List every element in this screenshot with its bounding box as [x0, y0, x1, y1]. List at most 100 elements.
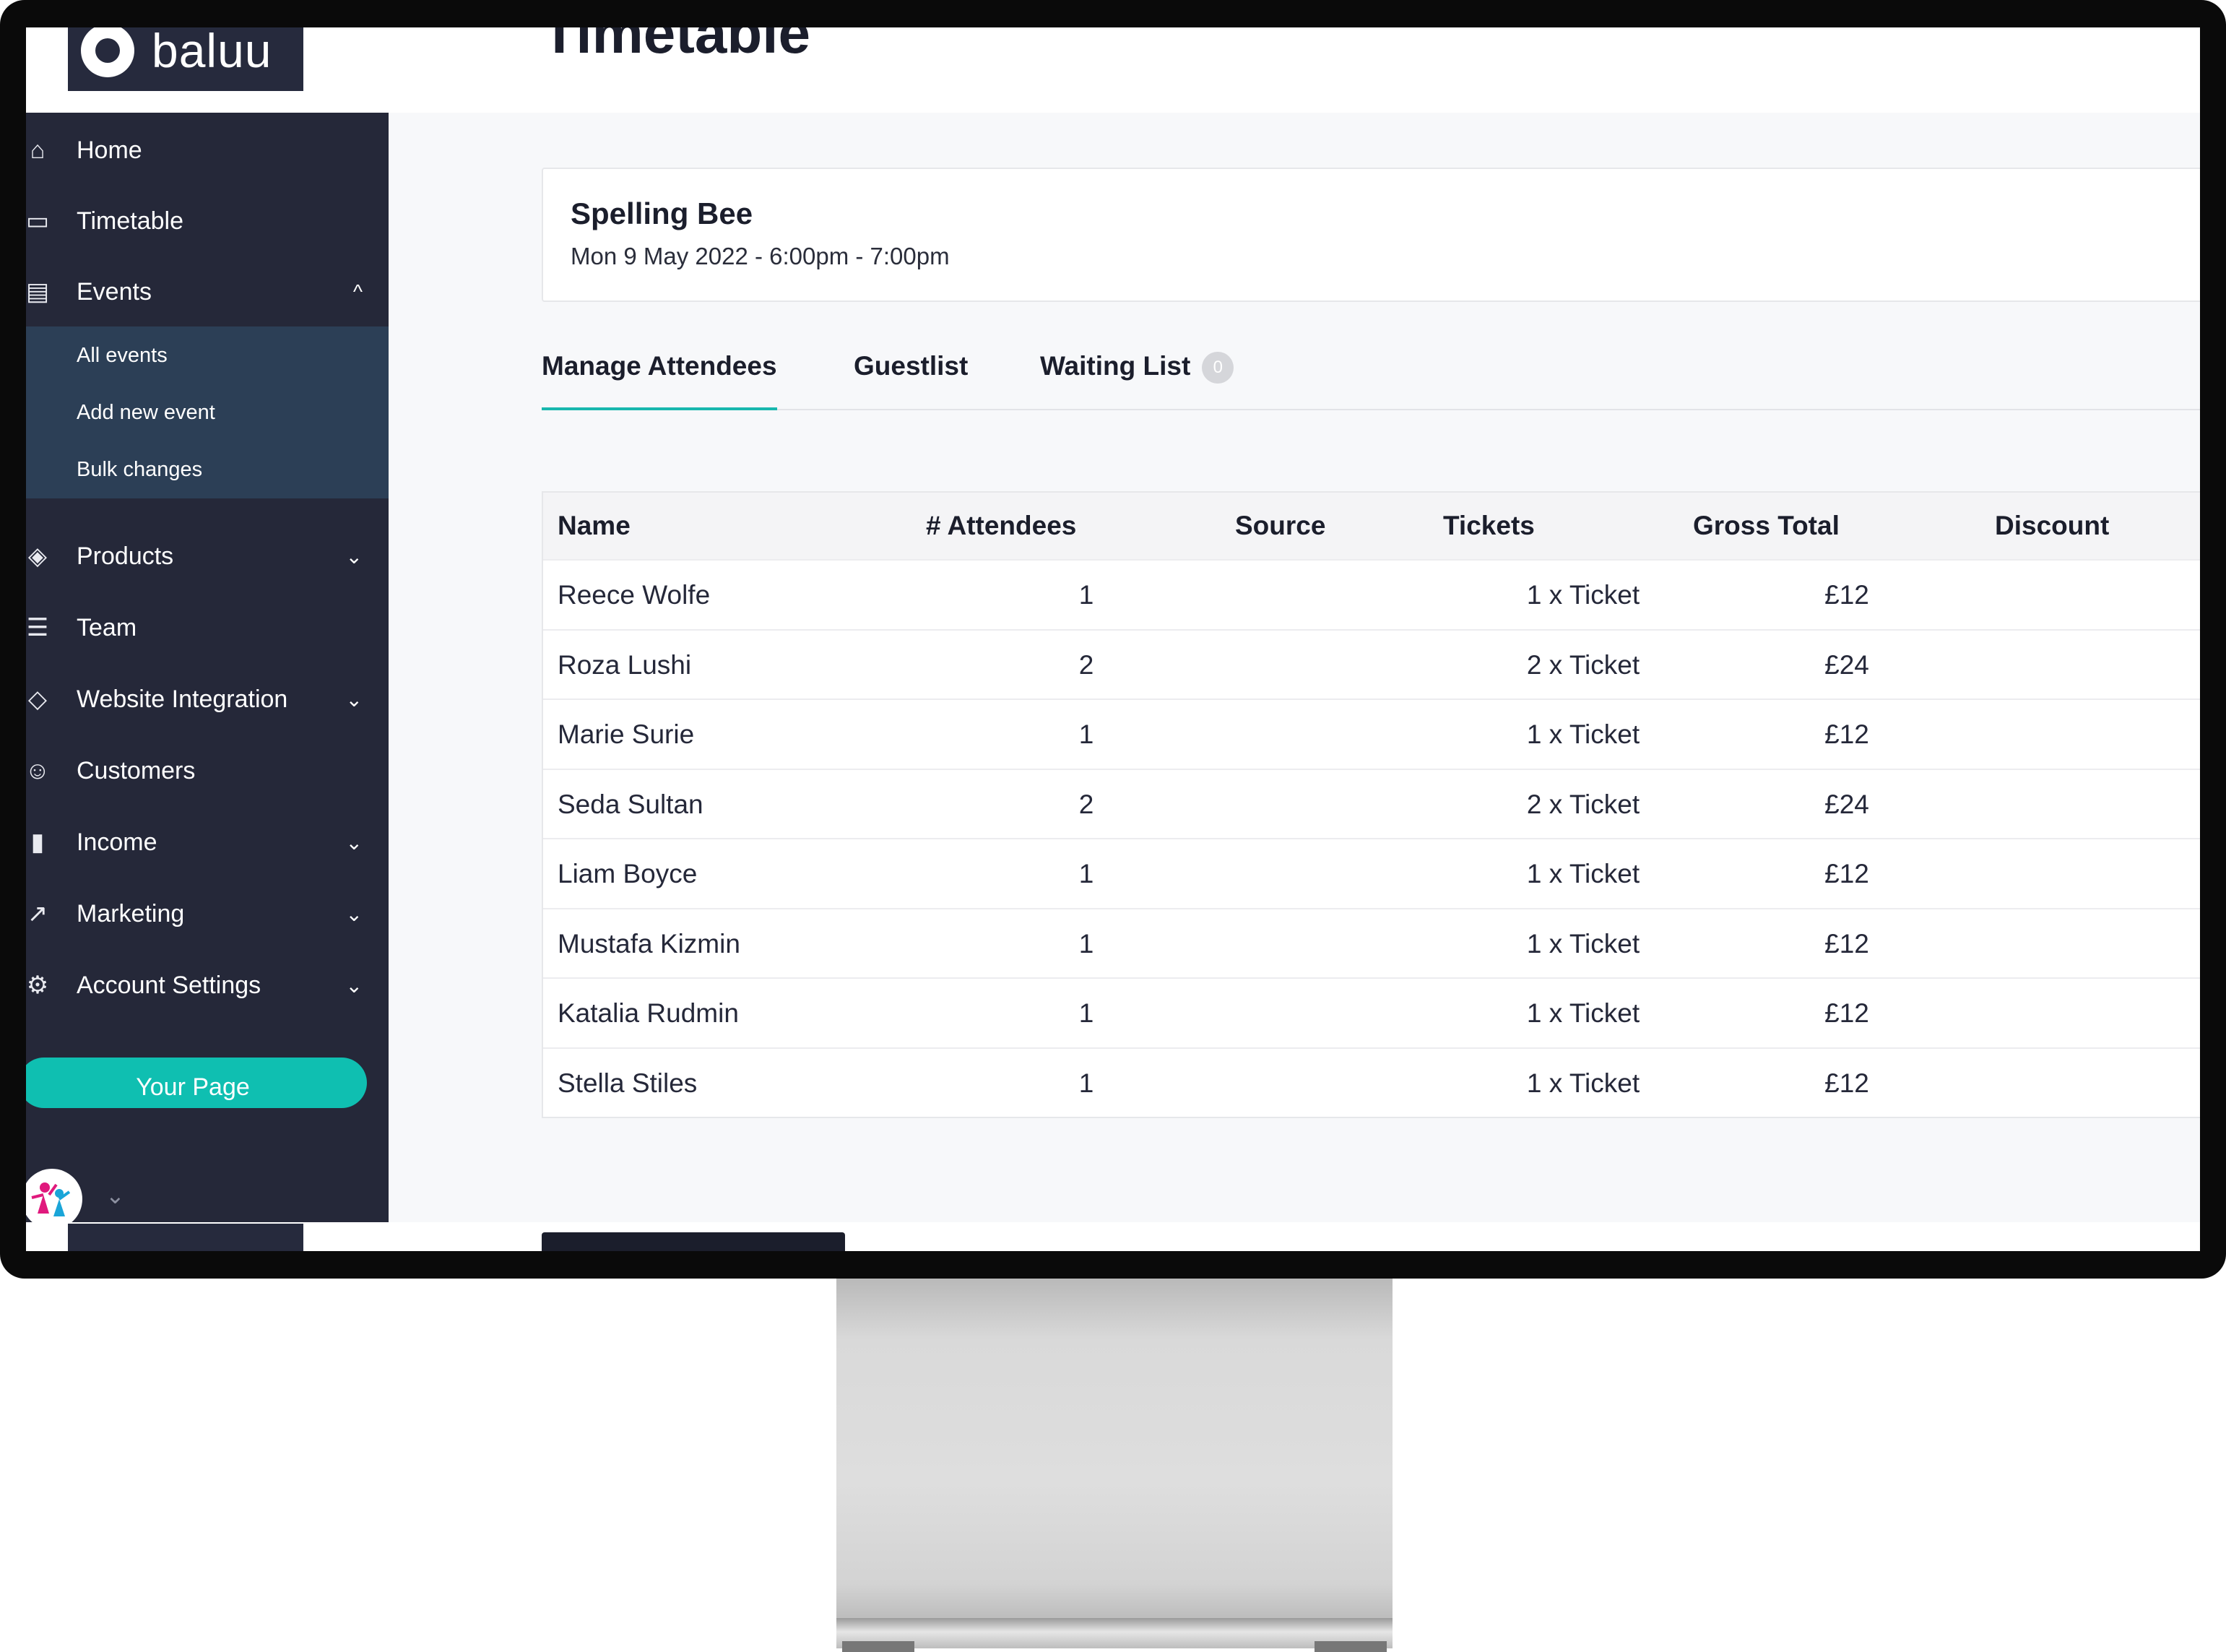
cell-tickets: 1 x Ticket [1526, 928, 1640, 959]
team-icon: ☰ [26, 614, 49, 641]
avatar[interactable] [26, 1169, 82, 1229]
cell-attendees: 1 [1078, 928, 1094, 959]
chevron-down-icon: ⌄ [345, 831, 363, 854]
sidebar-item-label: Team [77, 613, 137, 641]
attendees-table: Name # Attendees Source Tickets Gross To… [542, 491, 2200, 1118]
cell-tickets: 2 x Ticket [1526, 649, 1640, 680]
cell-gross-total: £24 [1824, 789, 1869, 819]
sidebar-item-label: Income [77, 828, 157, 856]
cell-attendees: 1 [1078, 998, 1094, 1028]
page-title: Timetable [542, 27, 810, 65]
users-icon: ☺ [26, 757, 51, 784]
cell-name: Roza Lushi [558, 649, 692, 680]
tab-label: Guestlist [854, 351, 969, 381]
bar-chart-icon: ▮ [30, 829, 45, 856]
logo-text: baluu [152, 27, 272, 77]
trend-icon: ↗ [27, 900, 48, 927]
cell-name: Mustafa Kizmin [558, 928, 740, 959]
column-header-attendees[interactable]: # Attendees [926, 493, 1076, 559]
main-content: Spelling Bee Mon 9 May 2022 - 6:00pm - 7… [389, 113, 2200, 1222]
baluu-logo[interactable]: baluu [68, 27, 303, 91]
cell-gross-total: £24 [1824, 649, 1869, 680]
table-row[interactable]: Roza Lushi 2 2 x Ticket £24 [543, 628, 2200, 700]
sidebar-item-website-integration[interactable]: ◇ Website Integration ⌄ [26, 663, 389, 735]
cell-tickets: 2 x Ticket [1526, 789, 1640, 819]
document-icon: ▤ [26, 278, 50, 306]
column-header-source[interactable]: Source [1235, 493, 1325, 559]
cell-attendees: 1 [1078, 719, 1094, 749]
table-row[interactable]: Seda Sultan 2 2 x Ticket £24 [543, 768, 2200, 839]
monitor-stand-foot [836, 1618, 1393, 1648]
tab-manage-attendees[interactable]: Manage Attendees [542, 351, 777, 410]
cell-gross-total: £12 [1824, 859, 1869, 888]
cell-attendees: 1 [1078, 859, 1094, 888]
sidebar-item-home[interactable]: ⌂ Home [26, 114, 389, 186]
column-header-gross-total[interactable]: Gross Total [1693, 493, 1840, 559]
cell-name: Reece Wolfe [558, 580, 711, 610]
cell-gross-total: £12 [1824, 928, 1869, 959]
column-header-tickets[interactable]: Tickets [1443, 493, 1535, 559]
screen: baluu Timetable ⌂ Home ▭ Timetable ▤ Eve… [26, 27, 2200, 1251]
submenu-all-events[interactable]: All events [77, 344, 168, 368]
tab-waiting-list[interactable]: Waiting List 0 [1040, 351, 1234, 407]
table-row[interactable]: Mustafa Kizmin 1 1 x Ticket £12 [543, 907, 2200, 979]
sidebar-item-label: Account Settings [77, 971, 261, 999]
chevron-down-icon[interactable]: ⌄ [105, 1182, 125, 1209]
cell-gross-total: £12 [1824, 998, 1869, 1028]
chevron-up-icon: ^ [352, 280, 363, 303]
table-row[interactable]: Marie Surie 1 1 x Ticket £12 [543, 699, 2200, 769]
cell-gross-total: £12 [1824, 1068, 1869, 1098]
sidebar-item-label: Website Integration [77, 685, 288, 713]
sidebar-item-label: Customers [77, 756, 196, 784]
cell-name: Seda Sultan [558, 789, 703, 819]
sidebar-item-marketing[interactable]: ↗ Marketing ⌄ [26, 878, 389, 950]
cell-attendees: 1 [1078, 580, 1094, 610]
event-card: Spelling Bee Mon 9 May 2022 - 6:00pm - 7… [542, 168, 2200, 302]
submenu-bulk-changes[interactable]: Bulk changes [77, 458, 202, 482]
sidebar-item-income[interactable]: ▮ Income ⌄ [26, 806, 389, 878]
cell-tickets: 1 x Ticket [1526, 859, 1640, 888]
column-header-name[interactable]: Name [558, 493, 631, 559]
sidebar-item-products[interactable]: ◈ Products ⌄ [26, 520, 389, 592]
tab-label: Manage Attendees [542, 351, 777, 381]
chevron-down-icon: ⌄ [345, 974, 363, 997]
table-row[interactable]: Katalia Rudmin 1 1 x Ticket £12 [543, 977, 2200, 1048]
your-page-button[interactable]: Your Page [26, 1058, 367, 1108]
sidebar-item-account-settings[interactable]: ⚙ Account Settings ⌄ [26, 949, 389, 1021]
submenu-add-new-event[interactable]: Add new event [77, 401, 215, 425]
table-row[interactable]: Liam Boyce 1 1 x Ticket £12 [543, 838, 2200, 909]
cell-tickets: 1 x Ticket [1526, 1068, 1640, 1098]
home-icon: ⌂ [30, 137, 46, 164]
sidebar-item-timetable[interactable]: ▭ Timetable [26, 185, 389, 257]
table-header: Name # Attendees Source Tickets Gross To… [543, 493, 2200, 559]
event-name: Spelling Bee [571, 196, 753, 230]
tab-guestlist[interactable]: Guestlist [854, 351, 968, 407]
cell-name: Marie Surie [558, 719, 695, 749]
chevron-down-icon: ⌄ [345, 902, 363, 925]
logo-mark-icon [81, 27, 134, 77]
gear-icon: ⚙ [26, 972, 49, 999]
table-row[interactable]: Reece Wolfe 1 1 x Ticket £12 [543, 559, 2200, 630]
column-header-discount[interactable]: Discount [1995, 493, 2109, 559]
cell-name: Liam Boyce [558, 859, 698, 888]
cell-name: Stella Stiles [558, 1068, 698, 1098]
sidebar-item-events[interactable]: ▤ Events ^ [26, 256, 389, 328]
top-bar: baluu Timetable [26, 27, 2200, 114]
cell-tickets: 1 x Ticket [1526, 998, 1640, 1028]
sidebar-item-team[interactable]: ☰ Team [26, 592, 389, 664]
event-date: Mon 9 May 2022 - 6:00pm - 7:00pm [571, 243, 950, 269]
chevron-down-icon: ⌄ [345, 688, 363, 711]
cell-name: Katalia Rudmin [558, 998, 739, 1028]
chevron-down-icon: ⌄ [345, 545, 363, 568]
cell-tickets: 1 x Ticket [1526, 580, 1640, 610]
cell-attendees: 2 [1078, 649, 1094, 680]
sidebar-item-customers[interactable]: ☺ Customers [26, 735, 389, 807]
monitor-stand [836, 1279, 1393, 1618]
cell-tickets: 1 x Ticket [1526, 719, 1640, 749]
attendee-tabs: Manage Attendees Guestlist Waiting List 0 [542, 351, 2200, 410]
sidebar: ⌂ Home ▭ Timetable ▤ Events ^ All events… [26, 113, 389, 1229]
layers-icon: ◈ [27, 542, 48, 570]
events-submenu: All events Add new event Bulk changes [26, 326, 389, 498]
table-row[interactable]: Stella Stiles 1 1 x Ticket £12 [543, 1047, 2200, 1118]
cell-gross-total: £12 [1824, 580, 1869, 610]
